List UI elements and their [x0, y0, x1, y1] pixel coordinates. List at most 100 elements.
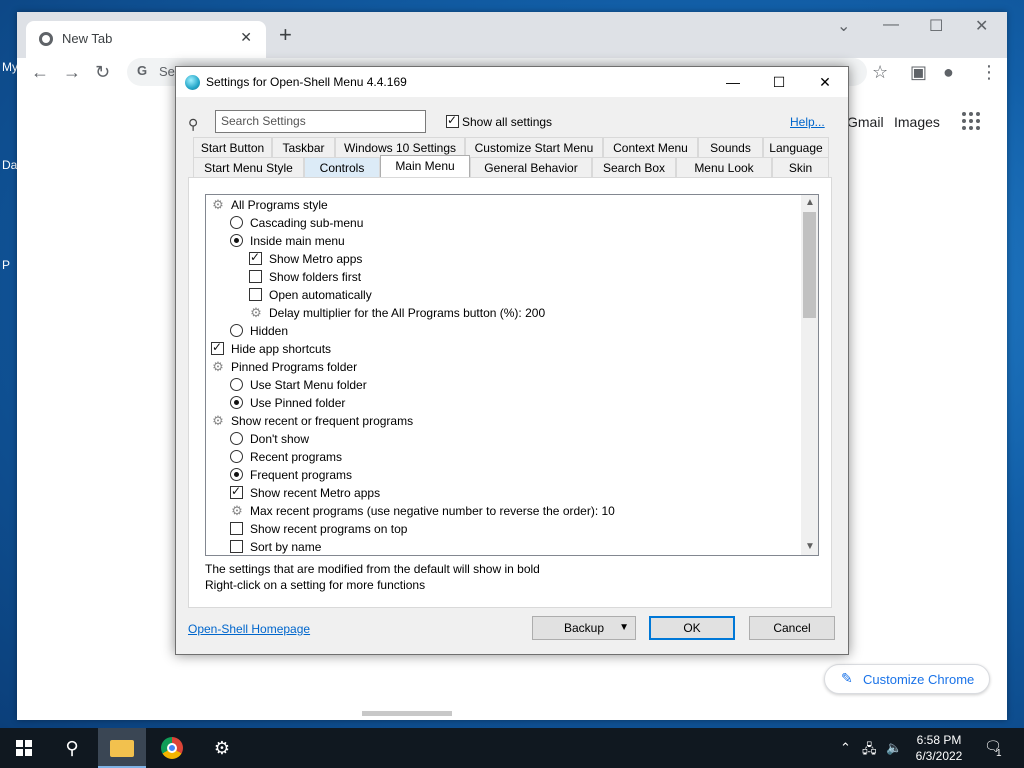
ok-button[interactable]: OK — [649, 616, 735, 640]
checkbox[interactable] — [249, 270, 262, 283]
info-text: Right-click on a setting for more functi… — [205, 578, 426, 592]
radio-button[interactable] — [230, 234, 243, 247]
checkbox[interactable] — [230, 540, 243, 553]
tree-row[interactable]: ⚙ Pinned Programs folder — [211, 358, 800, 376]
tree-row[interactable]: Show recent programs on top — [230, 520, 800, 538]
tab-windows-10-settings[interactable]: Windows 10 Settings — [335, 137, 465, 157]
tree-row[interactable]: Frequent programs — [230, 466, 800, 484]
maximize-icon[interactable]: ☐ — [756, 69, 802, 95]
checkbox[interactable] — [230, 522, 243, 535]
volume-icon[interactable]: 🔈 — [886, 740, 902, 756]
tab-search-box[interactable]: Search Box — [592, 157, 676, 177]
side-panel-icon[interactable]: ▣ — [910, 62, 927, 83]
chevron-down-icon[interactable]: ⌄ — [837, 16, 850, 36]
chevron-up-icon[interactable]: ⌃ — [840, 740, 851, 756]
scroll-up-icon[interactable]: ▲ — [805, 197, 815, 208]
chrome-tab[interactable]: New Tab ✕ — [26, 21, 266, 58]
start-button[interactable] — [0, 728, 48, 768]
checkbox[interactable] — [249, 250, 262, 265]
file-explorer-button[interactable] — [98, 728, 146, 768]
tree-row[interactable]: Show recent Metro apps — [230, 484, 800, 502]
tree-row-label: All Programs style — [231, 198, 328, 212]
radio-button[interactable] — [230, 324, 243, 337]
radio-button[interactable] — [230, 450, 243, 463]
tab-customize-start-menu[interactable]: Customize Start Menu — [465, 137, 603, 157]
help-link[interactable]: Help... — [790, 115, 825, 129]
tree-row[interactable]: Hidden — [230, 322, 800, 340]
settings-tree[interactable]: ▲ ▼ ⚙ All Programs style Cascading sub-men… — [205, 194, 819, 556]
tree-row[interactable]: ⚙ Max recent programs (use negative numbe… — [230, 502, 800, 520]
tree-row[interactable]: Show folders first — [249, 268, 800, 286]
open-shell-homepage-link[interactable]: Open-Shell Homepage — [188, 622, 310, 636]
desktop-icon-label[interactable]: My — [2, 60, 18, 74]
tree-row[interactable]: Don't show — [230, 430, 800, 448]
reload-icon[interactable]: ↻ — [95, 62, 110, 83]
show-all-settings-label[interactable]: Show all settings — [462, 115, 552, 129]
tab-context-menu[interactable]: Context Menu — [603, 137, 698, 157]
settings-taskbar-button[interactable]: ⚙ — [198, 728, 246, 768]
close-icon[interactable]: ✕ — [802, 69, 848, 95]
menu-dots-icon[interactable]: ⋮ — [980, 62, 998, 83]
checkbox[interactable] — [211, 340, 224, 355]
tree-row[interactable]: Recent programs — [230, 448, 800, 466]
dialog-titlebar[interactable]: Settings for Open-Shell Menu 4.4.169 — ☐… — [176, 67, 848, 97]
tab-menu-look[interactable]: Menu Look — [676, 157, 772, 177]
maximize-icon[interactable]: ☐ — [929, 16, 943, 36]
search-settings-input[interactable]: Search Settings — [215, 110, 426, 133]
tab-start-button[interactable]: Start Button — [193, 137, 272, 157]
customize-chrome-button[interactable]: ✎ Customize Chrome — [824, 664, 990, 694]
desktop-icon-label[interactable]: Da — [2, 158, 17, 172]
radio-button[interactable] — [230, 378, 243, 391]
tree-row[interactable]: ⚙ All Programs style — [211, 196, 800, 214]
images-link[interactable]: Images — [894, 114, 940, 130]
tree-row[interactable]: Use Start Menu folder — [230, 376, 800, 394]
new-tab-icon[interactable]: + — [279, 24, 292, 46]
search-icon[interactable]: ⚲ — [48, 728, 96, 768]
tab-start-menu-style[interactable]: Start Menu Style — [193, 157, 304, 177]
checkbox[interactable] — [249, 288, 262, 301]
chrome-taskbar-button[interactable] — [148, 728, 196, 768]
bookmark-star-icon[interactable]: ☆ — [872, 62, 888, 83]
tree-row[interactable]: Use Pinned folder — [230, 394, 800, 412]
checkbox[interactable] — [230, 484, 243, 499]
tab-main-menu[interactable]: Main Menu — [380, 155, 470, 177]
tab-language[interactable]: Language — [763, 137, 829, 157]
tab-skin[interactable]: Skin — [772, 157, 829, 177]
forward-icon[interactable]: → — [63, 62, 81, 83]
tab-sounds[interactable]: Sounds — [698, 137, 763, 157]
minimize-icon[interactable]: — — [710, 69, 756, 95]
tree-row[interactable]: Inside main menu — [230, 232, 800, 250]
network-icon[interactable]: 🖧 — [862, 740, 877, 762]
gmail-link[interactable]: Gmail — [847, 114, 884, 130]
scrollbar[interactable] — [362, 711, 452, 716]
back-icon[interactable]: ← — [31, 62, 49, 83]
tree-row[interactable]: Show Metro apps — [249, 250, 800, 268]
desktop-icon-label[interactable]: P — [2, 258, 10, 272]
close-icon[interactable]: ✕ — [240, 29, 252, 46]
tree-row[interactable]: ⚙ Delay multiplier for the All Programs b… — [249, 304, 800, 322]
radio-button[interactable] — [230, 216, 243, 229]
tree-row[interactable]: ⚙ Show recent or frequent programs — [211, 412, 800, 430]
tab-controls[interactable]: Controls — [304, 157, 380, 177]
apps-grid-icon[interactable] — [962, 112, 980, 130]
tree-row[interactable]: Cascading sub-menu — [230, 214, 800, 232]
scrollbar-thumb[interactable] — [803, 212, 816, 318]
backup-button[interactable]: Backup ▼ — [532, 616, 636, 640]
show-all-settings-checkbox[interactable] — [446, 113, 459, 128]
tree-scrollbar[interactable]: ▲ ▼ — [801, 195, 818, 555]
profile-icon[interactable]: ● — [943, 62, 954, 83]
tree-row[interactable]: Hide app shortcuts — [211, 340, 800, 358]
tree-row[interactable]: Open automatically — [249, 286, 800, 304]
tree-row[interactable]: Sort by name — [230, 538, 800, 555]
tab-general-behavior[interactable]: General Behavior — [470, 157, 592, 177]
clock[interactable]: 6:58 PM 6/3/2022 — [904, 732, 974, 764]
minimize-icon[interactable]: — — [883, 16, 899, 34]
cancel-button[interactable]: Cancel — [749, 616, 835, 640]
scroll-down-icon[interactable]: ▼ — [805, 541, 815, 552]
radio-button[interactable] — [230, 396, 243, 409]
close-icon[interactable]: ✕ — [975, 16, 988, 36]
radio-button[interactable] — [230, 468, 243, 481]
tab-taskbar[interactable]: Taskbar — [272, 137, 335, 157]
dropdown-arrow-icon[interactable]: ▼ — [619, 617, 629, 639]
radio-button[interactable] — [230, 432, 243, 445]
